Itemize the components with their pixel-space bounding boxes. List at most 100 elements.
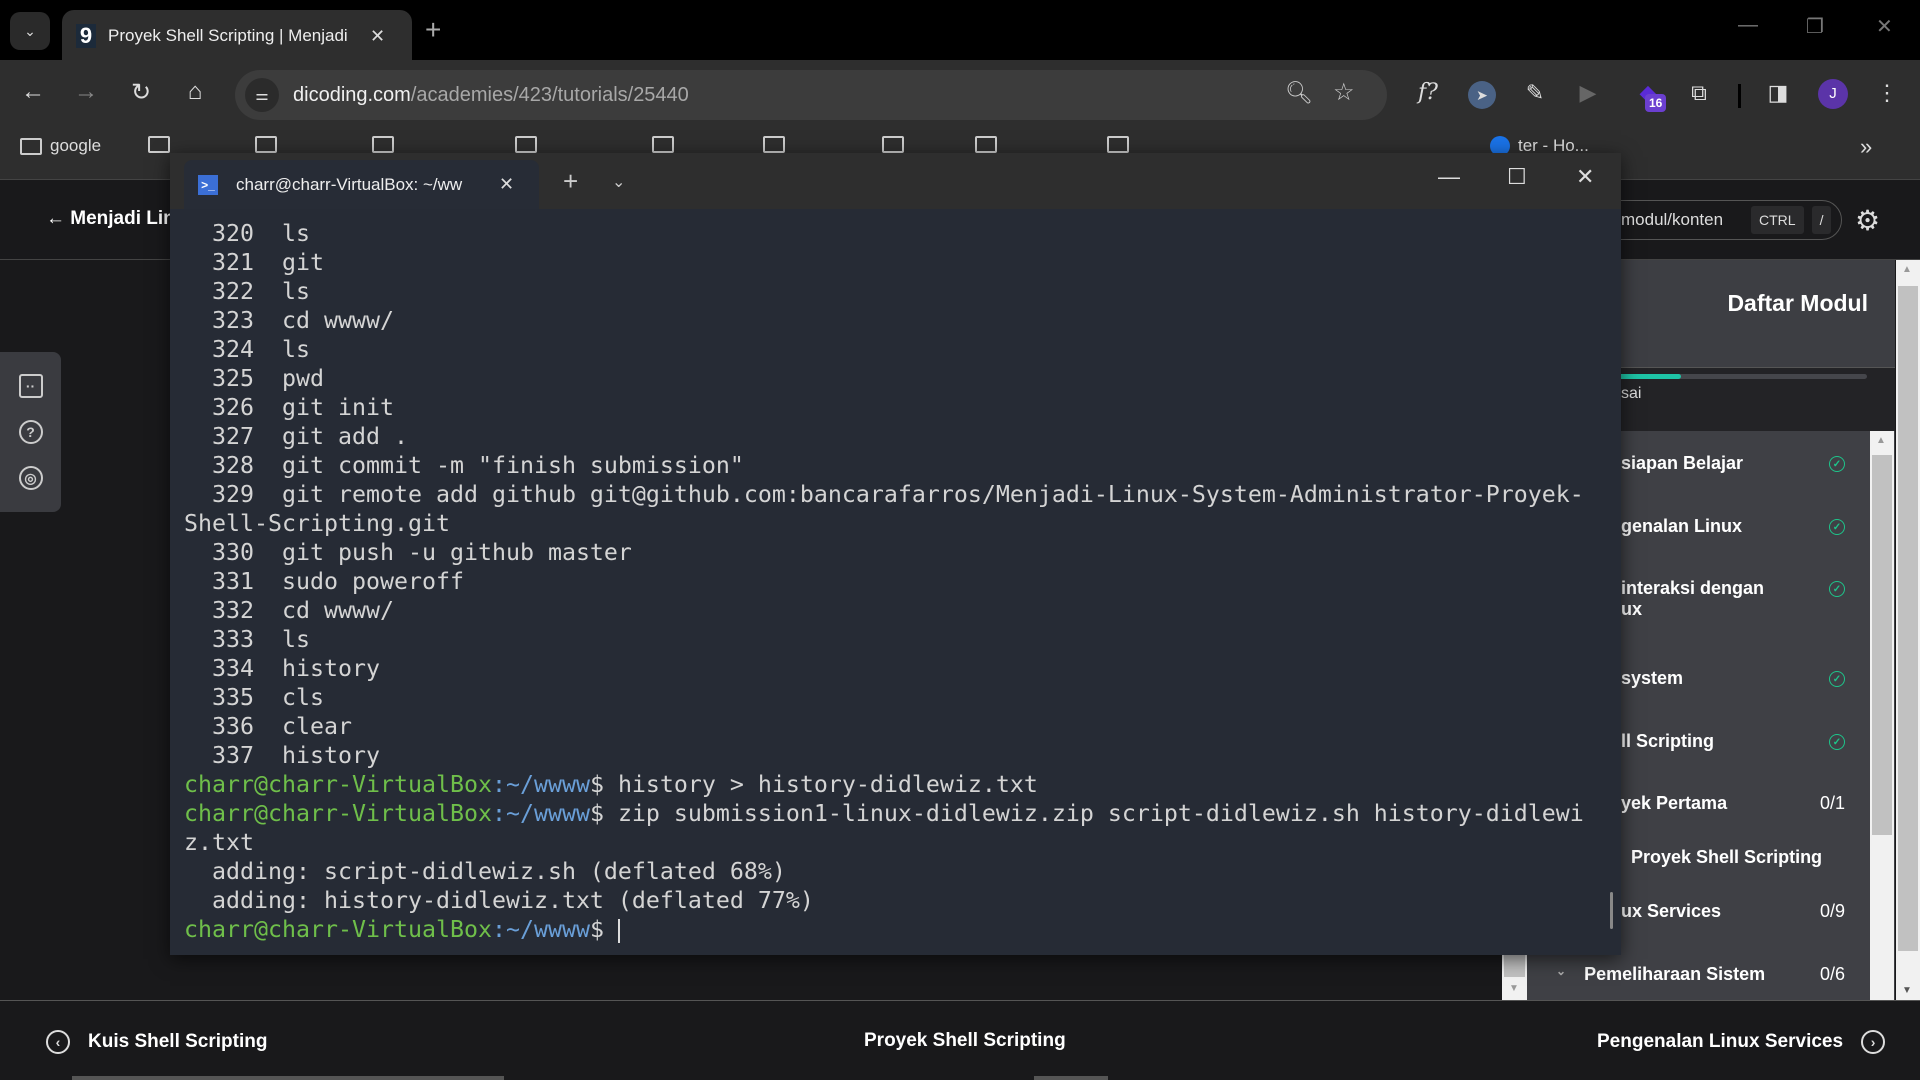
module-label: Pemeliharaan Sistem	[1584, 964, 1766, 984]
back-button[interactable]: ←	[18, 78, 48, 106]
minimize-window-icon[interactable]: —	[1738, 14, 1758, 37]
module-label: ll Scripting	[1621, 731, 1715, 751]
terminal-minimize-icon[interactable]: —	[1438, 164, 1460, 190]
shortcut-key-slash: /	[1811, 206, 1832, 234]
prompt-symbol: $	[589, 771, 618, 798]
terminal-line: charr@charr-VirtualBox:~/wwww$ zip submi…	[184, 799, 1584, 857]
new-tab-button[interactable]: +	[425, 14, 441, 46]
module-list-scroll-thumb[interactable]	[1872, 455, 1892, 835]
terminal-line: 323 cd wwww/	[184, 306, 1584, 335]
module-item[interactable]: genalan Linux ✓	[1621, 516, 1845, 537]
completed-check-icon: ✓	[1829, 519, 1845, 535]
zoom-icon[interactable]: 🔍︎	[1285, 80, 1313, 106]
module-item[interactable]: ⌄ Pemeliharaan Sistem 0/6	[1556, 964, 1845, 985]
module-item[interactable]: Proyek Shell Scripting	[1631, 847, 1831, 868]
terminal-scrollbar[interactable]	[1610, 892, 1613, 929]
terminal-maximize-icon[interactable]: ☐	[1507, 164, 1527, 190]
module-item[interactable]: interaksi dengan ux ✓	[1621, 578, 1845, 620]
terminal-line-text: history > history-didlewiz.txt	[617, 771, 1038, 798]
settings-gear-icon[interactable]: ⚙	[1855, 204, 1880, 237]
module-label: interaksi dengan ux	[1621, 578, 1765, 619]
terminal-line: 322 ls	[184, 277, 1584, 306]
support-lifebuoy-icon[interactable]: ◎	[18, 466, 43, 490]
browser-tab-active[interactable]: 9 Proyek Shell Scripting | Menjadi ✕	[62, 10, 412, 62]
terminal-line: 326 git init	[184, 393, 1584, 422]
progress-label: sai	[1621, 385, 1642, 402]
bookmark-item[interactable]	[882, 136, 912, 153]
terminal-tab-close-icon[interactable]: ✕	[499, 174, 514, 195]
terminal-output[interactable]: 320 ls 321 git 322 ls 323 cd wwww/ 324 l…	[184, 219, 1584, 944]
completed-check-icon: ✓	[1829, 581, 1845, 597]
terminal-close-icon[interactable]: ✕	[1576, 164, 1594, 190]
tab-search-button[interactable]: ⌄	[10, 12, 50, 50]
extensions-puzzle-icon[interactable]: ⧉	[1682, 80, 1716, 106]
terminal-line: 332 cd wwww/	[184, 596, 1584, 625]
bottom-scroll-indicator	[1034, 1076, 1108, 1080]
chevron-right-icon: ›	[1861, 1030, 1886, 1054]
bookmark-item[interactable]	[148, 136, 178, 153]
prompt-symbol: $	[589, 916, 618, 943]
module-label: Proyek Shell Scripting	[1631, 847, 1823, 867]
close-window-icon[interactable]: ✕	[1876, 14, 1893, 39]
module-item[interactable]: ll Scripting ✓	[1621, 731, 1845, 752]
bookmark-item[interactable]	[515, 136, 545, 153]
cursor-extension-icon[interactable]: ➤	[1465, 80, 1499, 109]
bookmark-item[interactable]	[975, 136, 1005, 153]
browser-menu-icon[interactable]: ⋮	[1870, 80, 1904, 106]
color-picker-extension-icon[interactable]: ✎	[1518, 80, 1552, 106]
tab-title: Proyek Shell Scripting | Menjadi	[108, 26, 348, 45]
bookmark-star-icon[interactable]: ☆	[1333, 78, 1355, 107]
folder-icon	[515, 136, 537, 153]
restore-window-icon[interactable]: ❐	[1806, 14, 1824, 39]
home-button[interactable]: ⌂	[180, 78, 210, 106]
module-progress-count: 0/9	[1819, 901, 1845, 921]
next-module-link[interactable]: Pengenalan Linux Services ›	[1597, 1030, 1886, 1054]
content-scrollbar[interactable]: ▼	[1502, 955, 1527, 1000]
folder-icon	[255, 136, 277, 153]
module-item[interactable]: siapan Belajar ✓	[1621, 453, 1845, 474]
terminal-line: 321 git	[184, 248, 1584, 277]
module-item[interactable]: ux Services 0/9	[1621, 901, 1845, 922]
more-bookmarks-icon[interactable]: »	[1860, 134, 1872, 160]
bookmark-item[interactable]	[255, 136, 285, 153]
help-icon[interactable]: ?	[18, 420, 43, 444]
terminal-line-text: adding: history-didlewiz.txt (deflated 7…	[184, 887, 814, 914]
site-info-icon[interactable]: ⚌	[245, 78, 279, 112]
forward-button[interactable]: →	[71, 78, 101, 106]
address-bar[interactable]: ⚌ dicoding.com/academies/423/tutorials/2…	[235, 70, 1387, 120]
extension-badge-icon[interactable]: ◆ 16	[1631, 80, 1667, 112]
module-label: system	[1621, 668, 1684, 688]
terminal-line-text: 334 history	[184, 655, 380, 682]
terminal-line-text: 325 pwd	[184, 365, 324, 392]
bookmark-item[interactable]	[1107, 136, 1137, 153]
url-path: /academies/423/tutorials/25440	[410, 83, 689, 106]
font-identifier-extension-icon[interactable]: f?	[1411, 80, 1445, 105]
bookmark-item[interactable]	[372, 136, 402, 153]
extension-badge-count: 16	[1645, 94, 1667, 112]
folder-icon	[652, 136, 674, 153]
side-panel-icon[interactable]: ◨	[1761, 80, 1795, 106]
tab-close-icon[interactable]: ✕	[370, 26, 385, 47]
module-label: siapan Belajar	[1621, 453, 1744, 473]
prev-module-link[interactable]: ‹ Kuis Shell Scripting	[46, 1030, 267, 1054]
prompt-user: charr@charr-VirtualBox	[184, 771, 492, 798]
page-scroll-thumb[interactable]	[1898, 286, 1918, 951]
current-module-text: Proyek Shell Scripting	[864, 1030, 1066, 1051]
bookmark-item[interactable]: google	[20, 136, 101, 156]
floating-tools: ·· ? ◎	[0, 352, 61, 512]
terminal-tab[interactable]: >_ charr@charr-VirtualBox: ~/ww ✕	[184, 160, 539, 209]
reload-button[interactable]: ↻	[126, 78, 156, 107]
toolbar-divider	[1738, 84, 1741, 108]
terminal-dropdown-chevron-icon[interactable]: ⌄	[612, 172, 625, 192]
module-item[interactable]: system ✓	[1621, 668, 1845, 689]
bookmark-item[interactable]	[652, 136, 682, 153]
profile-avatar[interactable]: J	[1818, 79, 1848, 109]
chevron-down-icon: ⌄	[1556, 964, 1567, 978]
module-item[interactable]: yek Pertama 0/1	[1621, 793, 1845, 814]
search-placeholder: modul/konten	[1621, 210, 1724, 229]
bookmark-item[interactable]	[763, 136, 793, 153]
terminal-line-text: 337 history	[184, 742, 380, 769]
discussion-icon[interactable]: ··	[18, 374, 43, 398]
play-extension-icon[interactable]: ▶	[1571, 80, 1605, 106]
terminal-new-tab-button[interactable]: +	[563, 166, 578, 197]
